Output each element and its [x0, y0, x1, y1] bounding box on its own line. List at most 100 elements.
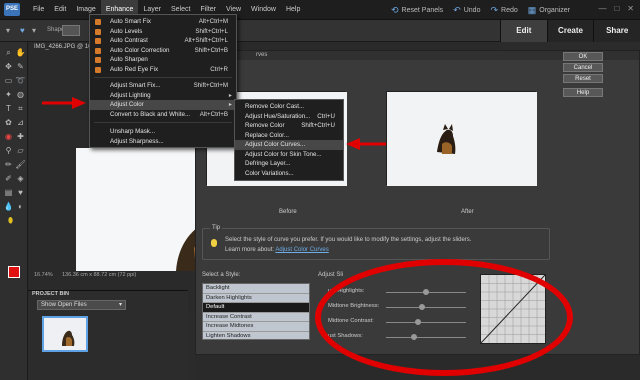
menu-item-convert-black-white[interactable]: Convert to Black and White... Alt+Ctrl+B — [90, 110, 236, 120]
shape-picker[interactable] — [62, 25, 80, 36]
menu-item-adjust-smart-fix[interactable]: Adjust Smart Fix... Shift+Ctrl+M — [90, 81, 236, 91]
tab-create[interactable]: Create — [546, 20, 594, 42]
ok-button[interactable]: OK — [563, 52, 603, 61]
style-item[interactable]: Increase Midtones — [203, 322, 309, 332]
submenu-item-replace-color[interactable]: Replace Color... — [235, 131, 343, 141]
organizer-icon: ▦ — [527, 4, 537, 15]
menu-item-unsharp-mask[interactable]: Unsharp Mask... — [90, 127, 236, 137]
help-button[interactable]: Help — [563, 88, 603, 97]
move-tool-icon[interactable]: ✥ — [3, 62, 14, 72]
project-bin-thumbnail[interactable] — [42, 316, 88, 352]
tab-edit[interactable]: Edit — [500, 20, 547, 42]
reset-button[interactable]: Reset — [563, 74, 603, 83]
selection-brush-icon[interactable]: ◍ — [15, 90, 26, 100]
redo-icon: ↷ — [490, 4, 499, 15]
submenu-item-color-variations[interactable]: Color Variations... — [235, 169, 343, 179]
adjust-color-submenu: Remove Color Cast... Adjust Hue/Saturati… — [234, 99, 344, 181]
tool-preset-icon[interactable]: ▾ — [6, 26, 10, 35]
menu-item-auto-smart-fix[interactable]: Auto Smart Fix Alt+Ctrl+M — [90, 17, 236, 27]
gradient-icon[interactable]: ▤ — [3, 188, 14, 198]
document-tab[interactable]: IMG_4266.JPG @ 16.7 — [34, 44, 96, 50]
style-item[interactable]: Increase Contrast — [203, 312, 309, 322]
hand-tool-icon[interactable]: ✋ — [15, 48, 26, 58]
type-tool-icon[interactable]: T — [3, 104, 14, 114]
project-bin-filter-value: Show Open Files — [41, 302, 87, 308]
submenu-item-skin-tone[interactable]: Adjust Color for Skin Tone... — [235, 150, 343, 160]
menu-item-auto-levels[interactable]: Auto Levels Shift+Ctrl+L — [90, 27, 236, 37]
zoom-tool-icon[interactable]: ⌕ — [3, 48, 14, 58]
lasso-tool-icon[interactable]: ➰ — [15, 76, 26, 86]
cancel-button[interactable]: Cancel — [563, 63, 603, 72]
menu-separator — [94, 77, 232, 78]
healing-brush-icon[interactable]: ✚ — [15, 132, 26, 142]
submenu-item-color-curves[interactable]: Adjust Color Curves... — [235, 140, 343, 150]
menu-item-auto-color-correction[interactable]: Auto Color Correction Shift+Ctrl+B — [90, 46, 236, 56]
style-item[interactable]: Darken Highlights — [203, 293, 309, 303]
submenu-item-hue-saturation[interactable]: Adjust Hue/Saturation... Ctrl+U — [235, 112, 343, 122]
blur-tool-icon[interactable]: 💧 — [3, 202, 14, 212]
submenu-item-remove-color[interactable]: Remove Color Shift+Ctrl+U — [235, 121, 343, 131]
clone-stamp-icon[interactable]: ⚲ — [3, 146, 14, 156]
menu-item-shortcut: Alt+Ctrl+M — [198, 18, 228, 25]
panel-tabs: Edit Create Share — [500, 20, 640, 42]
style-item[interactable]: Backlight — [203, 284, 309, 294]
cookie-cutter-icon[interactable]: ✿ — [3, 118, 14, 128]
heart-shape-icon[interactable]: ♥ — [20, 26, 25, 35]
paint-bucket-icon[interactable]: ◈ — [15, 174, 26, 184]
submenu-arrow-icon: ▸ — [228, 91, 232, 99]
after-label: After — [461, 209, 474, 215]
submenu-item-defringe[interactable]: Defringe Layer... — [235, 159, 343, 169]
menu-item-label: Auto Smart Fix — [110, 18, 151, 25]
style-item[interactable]: Lighten Shadows — [203, 331, 309, 339]
content-aware-icon[interactable]: ⬮ — [5, 216, 16, 226]
after-preview — [386, 91, 537, 186]
organizer-label: Organizer — [539, 6, 570, 14]
menu-help[interactable]: Help — [281, 0, 305, 20]
options-bar: ▾ ♥ ▾ Shape: — [0, 20, 500, 42]
pencil-icon[interactable]: ✏ — [3, 160, 14, 170]
maximize-icon[interactable]: □ — [614, 4, 619, 13]
sponge-tool-icon[interactable]: ◐ — [15, 202, 26, 212]
zoom-level: 16.74% — [34, 272, 53, 278]
crop-tool-icon[interactable]: ⌗ — [15, 104, 26, 114]
menu-item-auto-red-eye-fix[interactable]: Auto Red Eye Fix Ctrl+R — [90, 65, 236, 75]
smart-brush-icon[interactable]: ✐ — [3, 174, 14, 184]
close-icon[interactable]: ✕ — [627, 4, 634, 13]
red-eye-icon[interactable]: ◉ — [3, 132, 14, 142]
enhance-menu: Auto Smart Fix Alt+Ctrl+M Auto Levels Shif… — [89, 14, 237, 148]
tip-title: Tip — [210, 225, 223, 231]
shape-dropdown-icon[interactable]: ▾ — [32, 26, 36, 35]
tip-link[interactable]: Adjust Color Curves — [275, 247, 328, 253]
tip-box: Tip Select the style of curve you prefer… — [202, 225, 550, 260]
eraser-icon[interactable]: ▱ — [15, 146, 26, 156]
eyedropper-icon[interactable]: ✎ — [15, 62, 26, 72]
reset-panels-button[interactable]: ⟲ Reset Panels — [391, 5, 443, 16]
submenu-item-shortcut: Ctrl+U — [317, 112, 335, 120]
menu-item-adjust-sharpness[interactable]: Adjust Sharpness... — [90, 137, 236, 147]
menu-item-label: Adjust Lighting — [110, 91, 151, 99]
foreground-color-swatch[interactable] — [8, 266, 20, 278]
submenu-item-label: Remove Color Cast... — [245, 103, 305, 110]
menu-item-adjust-lighting[interactable]: Adjust Lighting ▸ — [90, 91, 236, 101]
marquee-tool-icon[interactable]: ▭ — [3, 76, 14, 86]
auto-fix-icon — [95, 66, 101, 73]
minimize-icon[interactable]: — — [598, 4, 606, 13]
menu-item-adjust-color[interactable]: Adjust Color ▸ — [90, 100, 236, 110]
menu-item-shortcut: Ctrl+R — [210, 65, 228, 73]
project-bin-filter[interactable]: Show Open Files ▾ — [37, 300, 126, 310]
menu-file[interactable]: File — [28, 0, 49, 20]
menu-edit[interactable]: Edit — [49, 0, 71, 20]
shape-tool-icon[interactable]: ♥ — [15, 188, 26, 198]
undo-button[interactable]: ↶ Undo — [453, 5, 480, 16]
tab-share[interactable]: Share — [593, 20, 640, 42]
submenu-item-remove-color-cast[interactable]: Remove Color Cast... — [235, 102, 343, 112]
menu-item-auto-sharpen[interactable]: Auto Sharpen — [90, 55, 236, 65]
menu-window[interactable]: Window — [246, 0, 281, 20]
brush-icon[interactable]: 🖌 — [15, 160, 26, 170]
magic-wand-icon[interactable]: ✦ — [3, 90, 14, 100]
straighten-icon[interactable]: ⊿ — [15, 118, 26, 128]
menu-item-auto-contrast[interactable]: Auto Contrast Alt+Shift+Ctrl+L — [90, 36, 236, 46]
redo-button[interactable]: ↷ Redo — [490, 5, 517, 16]
organizer-button[interactable]: ▦ Organizer — [528, 5, 570, 16]
style-item-selected[interactable]: Default — [203, 303, 309, 313]
